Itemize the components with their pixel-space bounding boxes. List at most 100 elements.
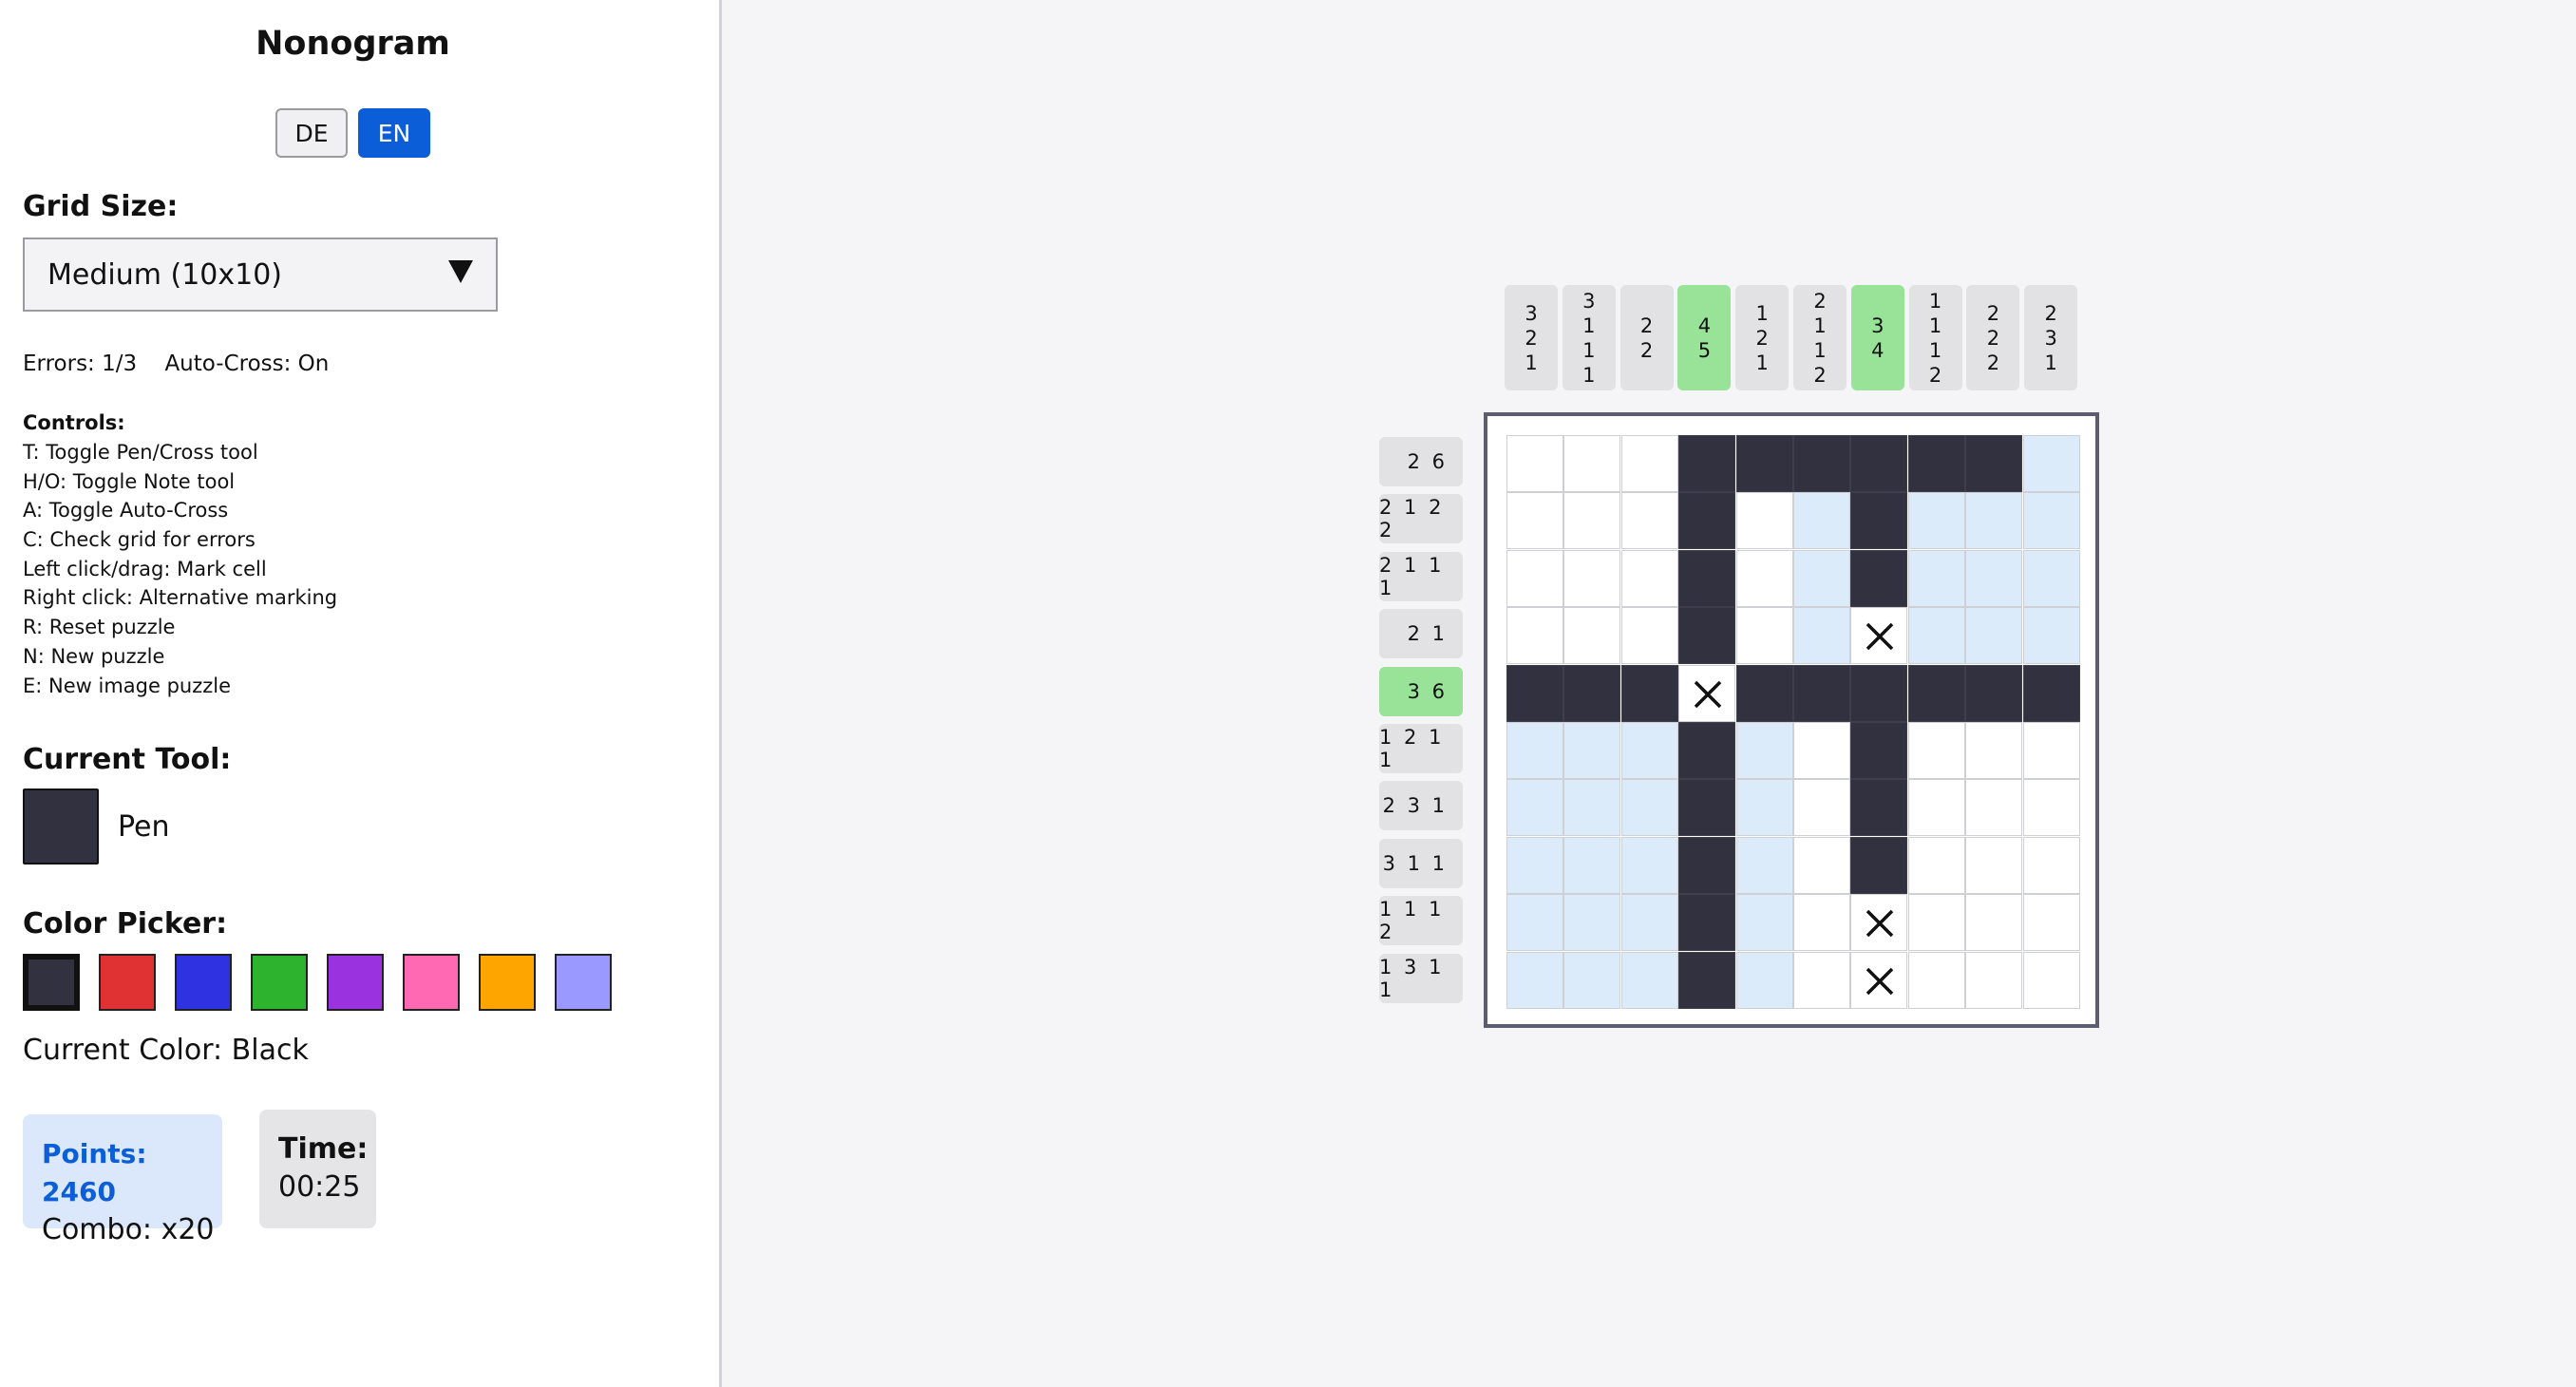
grid-cell[interactable]: [1563, 951, 1621, 1009]
grid-cell[interactable]: [2022, 607, 2080, 665]
grid-cell[interactable]: [1563, 836, 1621, 894]
grid-cell[interactable]: [1563, 607, 1621, 665]
grid-cell[interactable]: [1907, 894, 1965, 952]
grid-cell[interactable]: [1563, 492, 1621, 550]
grid-cell[interactable]: [1793, 549, 1850, 607]
grid-cell[interactable]: [1620, 836, 1678, 894]
grid-cell[interactable]: [1965, 435, 2023, 492]
language-en-button[interactable]: EN: [358, 108, 430, 158]
grid-cell[interactable]: [1850, 836, 1908, 894]
grid-cell[interactable]: [1793, 664, 1850, 722]
grid-cell[interactable]: [1907, 951, 1965, 1009]
grid-cell[interactable]: [1965, 492, 2023, 550]
grid-cell[interactable]: [1850, 607, 1908, 665]
grid-cell[interactable]: [1907, 435, 1965, 492]
grid-cell[interactable]: [1907, 607, 1965, 665]
grid-cell[interactable]: [1506, 779, 1563, 837]
color-swatch-pink[interactable]: [403, 954, 460, 1011]
grid-cell[interactable]: [1506, 664, 1563, 722]
grid-cell[interactable]: [1965, 894, 2023, 952]
grid-cell[interactable]: [1850, 951, 1908, 1009]
grid-cell[interactable]: [1506, 492, 1563, 550]
grid-cell[interactable]: [1850, 492, 1908, 550]
grid-cell[interactable]: [1850, 664, 1908, 722]
grid-cell[interactable]: [1965, 951, 2023, 1009]
grid-cell[interactable]: [1563, 722, 1621, 779]
grid-cell[interactable]: [1907, 492, 1965, 550]
grid-cell[interactable]: [1678, 435, 1736, 492]
color-swatch-blue[interactable]: [175, 954, 232, 1011]
grid-cell[interactable]: [1907, 779, 1965, 837]
grid-cell[interactable]: [1563, 894, 1621, 952]
grid-cell[interactable]: [2022, 549, 2080, 607]
grid-cell[interactable]: [2022, 492, 2080, 550]
grid-cell[interactable]: [1678, 549, 1736, 607]
grid-cell[interactable]: [2022, 836, 2080, 894]
grid-size-select[interactable]: Medium (10x10): [23, 238, 498, 312]
color-swatch-black[interactable]: [23, 954, 80, 1011]
grid-cell[interactable]: [1678, 492, 1736, 550]
grid-cell[interactable]: [1620, 664, 1678, 722]
grid-cell[interactable]: [1907, 549, 1965, 607]
grid-cell[interactable]: [1850, 779, 1908, 837]
color-swatch-green[interactable]: [251, 954, 308, 1011]
grid-cell[interactable]: [1793, 836, 1850, 894]
color-swatch-orange[interactable]: [479, 954, 536, 1011]
grid-cell[interactable]: [1735, 722, 1793, 779]
grid-cell[interactable]: [1678, 722, 1736, 779]
grid-cell[interactable]: [2022, 722, 2080, 779]
grid-cell[interactable]: [1850, 435, 1908, 492]
grid-cell[interactable]: [1506, 894, 1563, 952]
grid-cell[interactable]: [1735, 549, 1793, 607]
grid-cell[interactable]: [1965, 779, 2023, 837]
grid-cell[interactable]: [1965, 722, 2023, 779]
grid-cell[interactable]: [1735, 492, 1793, 550]
grid-cell[interactable]: [1907, 664, 1965, 722]
grid-cell[interactable]: [1965, 664, 2023, 722]
grid-cell[interactable]: [1907, 836, 1965, 894]
grid-cell[interactable]: [1506, 951, 1563, 1009]
grid-cell[interactable]: [1620, 435, 1678, 492]
grid-cell[interactable]: [1563, 549, 1621, 607]
grid-cell[interactable]: [1678, 951, 1736, 1009]
grid-cell[interactable]: [1620, 607, 1678, 665]
grid-cell[interactable]: [1793, 951, 1850, 1009]
grid-cell[interactable]: [1735, 664, 1793, 722]
grid-cell[interactable]: [1620, 894, 1678, 952]
grid-cell[interactable]: [1678, 664, 1736, 722]
grid-cell[interactable]: [1735, 894, 1793, 952]
grid-cell[interactable]: [1620, 951, 1678, 1009]
grid-cell[interactable]: [1563, 664, 1621, 722]
puzzle-board[interactable]: [1484, 412, 2099, 1028]
grid-cell[interactable]: [1506, 722, 1563, 779]
grid-cell[interactable]: [1735, 607, 1793, 665]
grid-cell[interactable]: [1850, 549, 1908, 607]
grid-cell[interactable]: [1678, 607, 1736, 665]
grid-cell[interactable]: [2022, 894, 2080, 952]
grid-cell[interactable]: [1850, 894, 1908, 952]
grid-cell[interactable]: [1965, 836, 2023, 894]
grid-cell[interactable]: [1793, 894, 1850, 952]
color-swatch-purple[interactable]: [327, 954, 384, 1011]
grid-cell[interactable]: [1678, 894, 1736, 952]
grid-cell[interactable]: [1620, 492, 1678, 550]
grid-cell[interactable]: [1965, 549, 2023, 607]
grid-cell[interactable]: [1678, 836, 1736, 894]
grid-cell[interactable]: [2022, 664, 2080, 722]
grid-cell[interactable]: [1506, 607, 1563, 665]
grid-cell[interactable]: [1907, 722, 1965, 779]
grid-cell[interactable]: [2022, 779, 2080, 837]
grid-cell[interactable]: [1506, 435, 1563, 492]
grid-cell[interactable]: [1563, 779, 1621, 837]
grid-cell[interactable]: [1793, 722, 1850, 779]
grid-cell[interactable]: [1506, 836, 1563, 894]
language-de-button[interactable]: DE: [275, 108, 348, 158]
color-swatch-red[interactable]: [99, 954, 156, 1011]
grid-cell[interactable]: [1965, 607, 2023, 665]
grid-cell[interactable]: [2022, 435, 2080, 492]
grid-cell[interactable]: [1793, 492, 1850, 550]
color-swatch-lavender[interactable]: [555, 954, 612, 1011]
grid-cell[interactable]: [1735, 779, 1793, 837]
grid-cell[interactable]: [1793, 607, 1850, 665]
grid-cell[interactable]: [1735, 836, 1793, 894]
